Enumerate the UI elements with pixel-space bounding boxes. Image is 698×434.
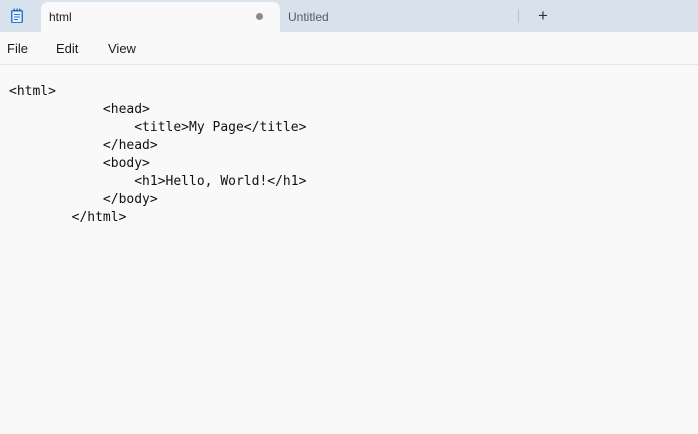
tab-html[interactable]: html [41,2,280,32]
editor-line: <h1>Hello, World!</h1> [9,174,307,189]
editor-line: </html> [9,210,127,225]
menu-bar: File Edit View [0,32,698,65]
editor-line: <title>My Page</title> [9,120,307,135]
editor-line: </head> [9,138,158,153]
new-tab-button[interactable]: + [532,5,554,27]
editor-line: <html> [9,84,56,99]
title-bar: html Untitled + [0,0,698,32]
menu-file[interactable]: File [7,41,28,56]
unsaved-indicator-icon[interactable] [256,13,263,20]
menu-view[interactable]: View [108,41,136,56]
editor-line: <body> [9,156,150,171]
editor-line: <head> [9,102,150,117]
editor-content[interactable]: <html> <head> <title>My Page</title> </h… [9,83,306,227]
tab-label: Untitled [288,10,329,24]
tab-divider [518,9,519,23]
notepad-icon [10,8,24,24]
tab-untitled[interactable]: Untitled [280,2,518,32]
text-editor[interactable]: <html> <head> <title>My Page</title> </h… [0,65,698,434]
tab-label: html [49,10,72,24]
editor-line: </body> [9,192,158,207]
menu-edit[interactable]: Edit [56,41,78,56]
